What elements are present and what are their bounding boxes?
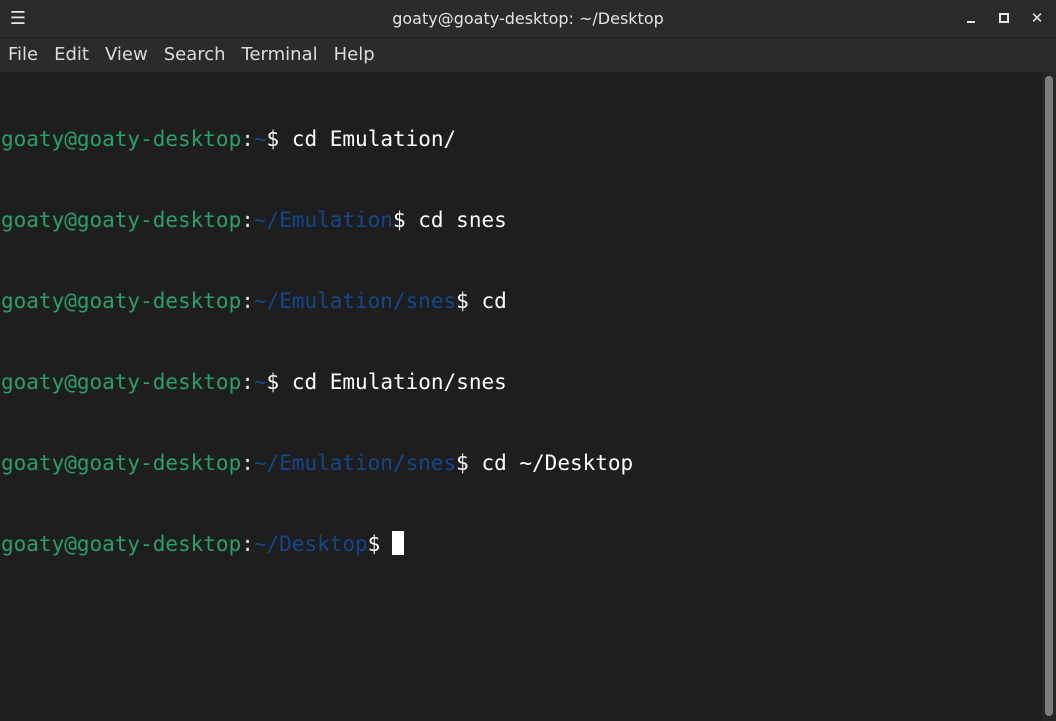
menu-bar: File Edit View Search Terminal Help [0, 38, 1056, 72]
prompt-user: goaty@goaty-desktop [1, 370, 242, 394]
command-text: cd Emulation/snes [279, 370, 507, 394]
close-icon: ✕ [1030, 9, 1044, 27]
prompt-dollar: $ [266, 127, 280, 151]
terminal-line: goaty@goaty-desktop:~/Emulation/snes$ cd… [0, 450, 1042, 477]
terminal-window: ☰ goaty@goaty-desktop: ~/Desktop ✕ File … [0, 0, 1056, 721]
hamburger-menu-icon[interactable]: ☰ [6, 4, 30, 32]
prompt-separator: : [241, 289, 254, 313]
prompt-dollar: $ [367, 532, 381, 556]
terminal-line: goaty@goaty-desktop:~/Emulation/snes$ cd [0, 288, 1042, 315]
prompt-path: ~/Emulation/snes [253, 289, 457, 313]
maximize-button[interactable] [989, 4, 1019, 32]
prompt-user: goaty@goaty-desktop [1, 532, 242, 556]
prompt-user: goaty@goaty-desktop [1, 208, 242, 232]
prompt-dollar: $ [456, 289, 469, 313]
title-bar[interactable]: ☰ goaty@goaty-desktop: ~/Desktop ✕ [0, 0, 1056, 38]
menu-view[interactable]: View [97, 38, 156, 72]
prompt-separator: : [241, 451, 254, 475]
command-text: cd [468, 289, 507, 313]
prompt-path: ~ [253, 370, 267, 394]
command-text: cd snes [405, 208, 507, 232]
text-cursor [392, 531, 405, 555]
menu-search[interactable]: Search [156, 38, 234, 72]
terminal-line: goaty@goaty-desktop:~/Emulation$ cd snes [0, 207, 1042, 234]
prompt-path: ~/Emulation/snes [253, 451, 457, 475]
prompt-dollar: $ [456, 451, 469, 475]
maximize-icon [999, 13, 1009, 23]
prompt-user: goaty@goaty-desktop [1, 451, 242, 475]
command-text: cd Emulation/ [279, 127, 457, 151]
prompt-separator: : [241, 127, 254, 151]
window-title: goaty@goaty-desktop: ~/Desktop [392, 9, 664, 28]
prompt-separator: : [241, 208, 254, 232]
prompt-separator: : [241, 370, 254, 394]
scrollbar-thumb[interactable] [1045, 76, 1053, 716]
prompt-user: goaty@goaty-desktop [1, 289, 242, 313]
prompt-separator: : [241, 532, 254, 556]
minimize-icon [967, 21, 975, 23]
prompt-dollar: $ [392, 208, 406, 232]
close-button[interactable]: ✕ [1022, 4, 1052, 32]
command-text: cd ~/Desktop [468, 451, 634, 475]
prompt-path: ~/Emulation [253, 208, 393, 232]
menu-help[interactable]: Help [326, 38, 383, 72]
prompt-user: goaty@goaty-desktop [1, 127, 242, 151]
terminal-line: goaty@goaty-desktop:~/Desktop$ [0, 531, 1042, 558]
prompt-path: ~ [253, 127, 267, 151]
prompt-path: ~/Desktop [253, 532, 368, 556]
minimize-button[interactable] [956, 4, 986, 32]
terminal-line: goaty@goaty-desktop:~$ cd Emulation/ [0, 126, 1042, 153]
menu-file[interactable]: File [0, 38, 46, 72]
menu-terminal[interactable]: Terminal [234, 38, 326, 72]
vertical-scrollbar[interactable] [1042, 72, 1056, 721]
terminal-line: goaty@goaty-desktop:~$ cd Emulation/snes [0, 369, 1042, 396]
prompt-dollar: $ [266, 370, 280, 394]
menu-edit[interactable]: Edit [46, 38, 97, 72]
terminal-output[interactable]: goaty@goaty-desktop:~$ cd Emulation/ goa… [0, 72, 1042, 721]
